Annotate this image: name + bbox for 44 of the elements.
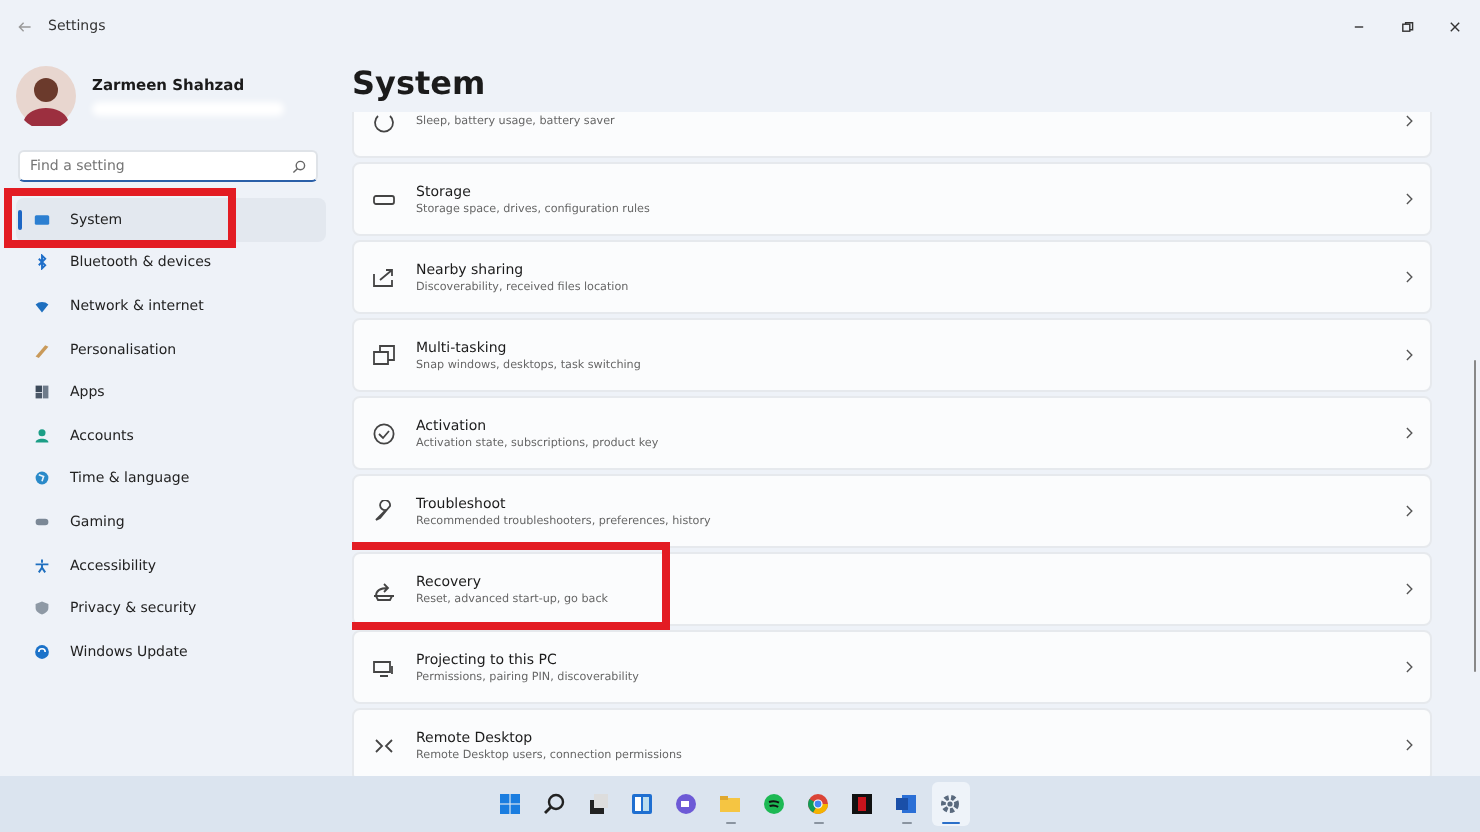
laptop-arrow-icon <box>372 577 396 601</box>
search-icon <box>292 159 306 173</box>
check-circle-icon <box>372 421 396 445</box>
avatar <box>16 66 76 126</box>
restore-icon[interactable] <box>1400 19 1414 33</box>
globe-icon <box>34 470 50 487</box>
video-app-icon <box>850 792 874 816</box>
music-app-icon <box>762 792 786 816</box>
close-icon[interactable] <box>1448 19 1462 33</box>
windows-stack-icon <box>372 343 396 367</box>
share-icon <box>372 265 396 289</box>
wrench-icon <box>372 499 396 523</box>
brush-icon <box>34 341 50 358</box>
document-app-icon <box>894 792 918 816</box>
chevron-icon <box>1404 426 1414 440</box>
chevron-icon <box>1404 114 1414 128</box>
folder-icon <box>718 792 742 816</box>
shield-icon <box>34 600 50 617</box>
power-icon <box>372 112 396 133</box>
sync-icon <box>34 643 50 660</box>
browser-icon <box>806 792 830 816</box>
monitor-icon <box>372 655 396 679</box>
chevron-icon <box>1404 660 1414 674</box>
chevron-icon <box>1404 582 1414 596</box>
figure-icon <box>34 557 50 574</box>
arrows-icon <box>372 733 396 757</box>
widgets-icon <box>630 792 654 816</box>
page-title: System <box>352 63 486 101</box>
chevron-icon <box>1404 270 1414 284</box>
monitor-icon <box>34 211 50 228</box>
task-view-icon <box>586 792 610 816</box>
gear-icon <box>938 792 962 816</box>
bluetooth-icon <box>34 254 50 271</box>
search-icon <box>542 792 566 816</box>
chevron-icon <box>1404 192 1414 206</box>
chevron-icon <box>1404 348 1414 362</box>
wifi-icon <box>34 297 50 314</box>
apps-icon <box>34 384 50 401</box>
chevron-icon <box>1404 504 1414 518</box>
scrollbar[interactable] <box>1473 360 1476 672</box>
person-icon <box>34 427 50 444</box>
chat-icon <box>674 792 698 816</box>
chevron-icon <box>1404 738 1414 752</box>
start-icon <box>498 792 522 816</box>
